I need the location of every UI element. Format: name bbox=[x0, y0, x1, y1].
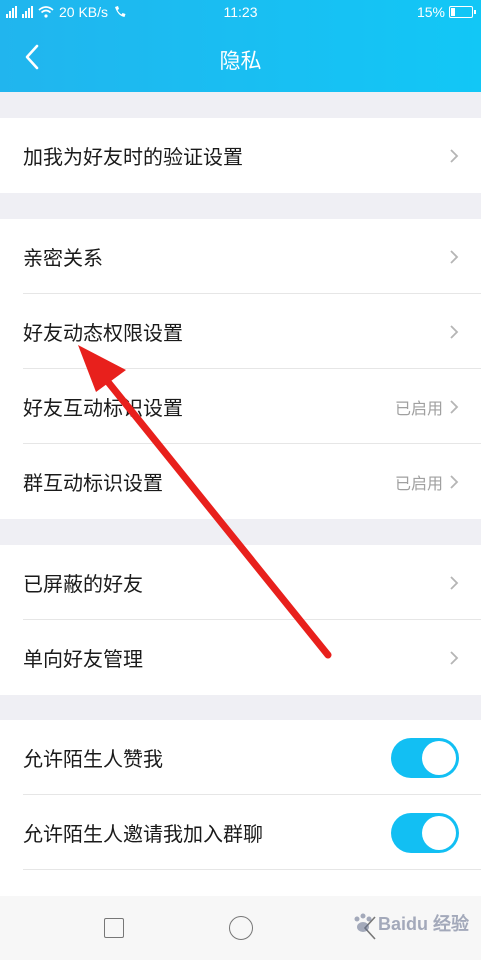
chevron-right-icon bbox=[450, 474, 459, 489]
row-label: 群互动标识设置 bbox=[23, 473, 163, 495]
row-right: 已启用 bbox=[395, 444, 459, 519]
battery-percent: 15% bbox=[416, 4, 445, 20]
row-group-interaction-badge[interactable]: 群互动标识设置 已启用 bbox=[0, 444, 481, 519]
row-one-way-friends[interactable]: 单向好友管理 bbox=[0, 620, 481, 695]
system-nav-bar: Baidu 经验 bbox=[0, 896, 481, 960]
row-allow-stranger-likes[interactable]: 允许陌生人赞我 bbox=[0, 720, 481, 795]
row-right bbox=[391, 795, 459, 870]
status-right: 15% bbox=[416, 4, 476, 20]
recent-apps-button[interactable] bbox=[104, 918, 124, 938]
chevron-right-icon bbox=[450, 249, 459, 264]
row-label: 已屏蔽的好友 bbox=[23, 574, 143, 596]
watermark-text: Baidu 经验 bbox=[377, 914, 469, 934]
row-right bbox=[449, 219, 459, 294]
chevron-right-icon bbox=[450, 324, 459, 339]
row-right: 已启用 bbox=[395, 369, 459, 444]
row-label: 允许陌生人赞我 bbox=[23, 749, 163, 771]
battery-icon bbox=[449, 6, 476, 18]
row-right bbox=[391, 720, 459, 795]
toggle-knob bbox=[422, 740, 456, 775]
divider bbox=[23, 869, 481, 870]
stranger-invite-toggle[interactable] bbox=[391, 812, 459, 853]
row-friend-interaction-badge[interactable]: 好友互动标识设置 已启用 bbox=[0, 369, 481, 444]
chevron-right-icon bbox=[450, 575, 459, 590]
chevron-right-icon bbox=[450, 148, 459, 163]
chevron-right-icon bbox=[450, 650, 459, 665]
page-title: 隐私 bbox=[219, 50, 262, 73]
row-right bbox=[449, 118, 459, 193]
chevron-right-icon bbox=[450, 399, 459, 414]
row-label: 好友动态权限设置 bbox=[23, 323, 183, 345]
row-right bbox=[449, 620, 459, 695]
row-blocked-friends[interactable]: 已屏蔽的好友 bbox=[0, 545, 481, 620]
settings-group-verification: 加我为好友时的验证设置 bbox=[0, 118, 481, 193]
stranger-likes-toggle[interactable] bbox=[391, 737, 459, 778]
settings-group-strangers: 允许陌生人赞我 允许陌生人邀请我加入群聊 bbox=[0, 720, 481, 896]
row-label: 好友互动标识设置 bbox=[23, 398, 183, 420]
baidu-watermark: Baidu 经验 bbox=[352, 910, 469, 936]
row-friend-verification[interactable]: 加我为好友时的验证设置 bbox=[0, 118, 481, 193]
status-bar: 20 KB/s 11:23 15% bbox=[0, 0, 481, 26]
settings-group-relations: 亲密关系 好友动态权限设置 好友互动标识设置 已启用 群互动标识设置 已启用 bbox=[0, 219, 481, 519]
row-right bbox=[449, 545, 459, 620]
status-text: 已启用 bbox=[394, 400, 443, 418]
home-button[interactable] bbox=[229, 916, 253, 940]
row-label: 允许陌生人邀请我加入群聊 bbox=[23, 824, 263, 846]
row-label: 单向好友管理 bbox=[23, 649, 143, 671]
settings-group-blocked: 已屏蔽的好友 单向好友管理 bbox=[0, 545, 481, 695]
row-label: 加我为好友时的验证设置 bbox=[23, 147, 243, 169]
status-time: 11:23 bbox=[223, 4, 258, 20]
app-header: 20 KB/s 11:23 15% 隐私 bbox=[0, 0, 481, 92]
status-text: 已启用 bbox=[394, 475, 443, 493]
row-allow-stranger-group-invite[interactable]: 允许陌生人邀请我加入群聊 bbox=[0, 795, 481, 870]
toggle-knob bbox=[422, 815, 456, 850]
paw-icon bbox=[354, 913, 372, 932]
row-intimate-relations[interactable]: 亲密关系 bbox=[0, 219, 481, 294]
row-label: 亲密关系 bbox=[23, 248, 103, 270]
row-right bbox=[449, 294, 459, 369]
row-moments-permission[interactable]: 好友动态权限设置 bbox=[0, 294, 481, 369]
